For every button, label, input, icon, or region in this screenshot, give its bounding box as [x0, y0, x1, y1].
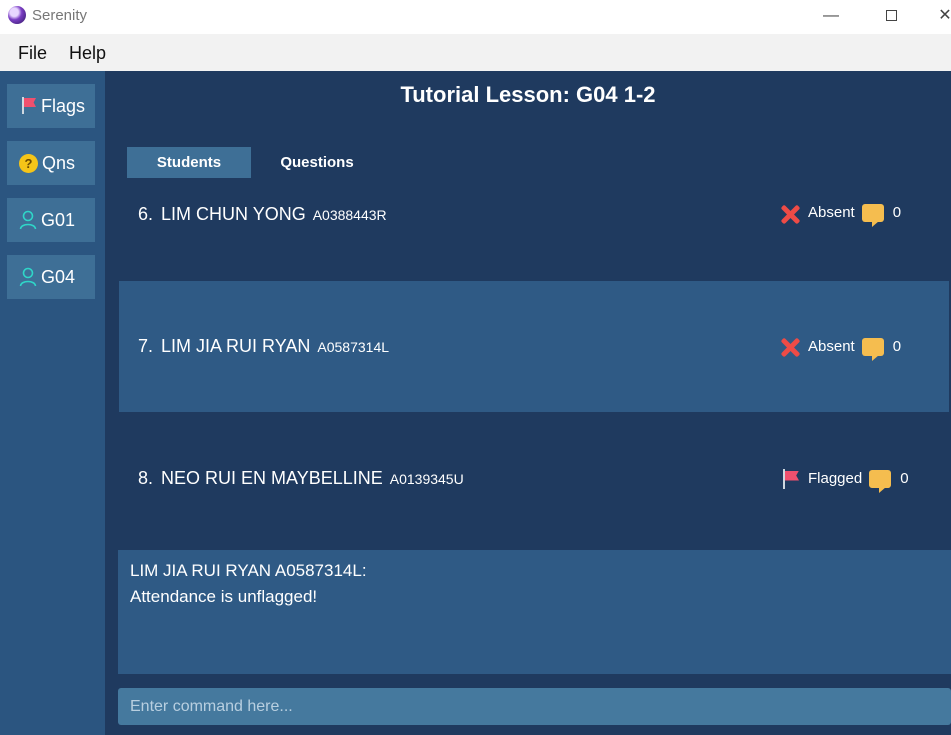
sidebar-item-qns[interactable]: ? Qns	[7, 141, 95, 185]
student-name: NEO RUI EN MAYBELLINE	[161, 468, 383, 488]
page-title: Tutorial Lesson: G04 1-2	[400, 82, 656, 107]
status-label: Absent	[808, 338, 855, 355]
student-matric: A0139345U	[389, 470, 464, 487]
student-row[interactable]: 8. NEO RUI EN MAYBELLINE A0139345U Flagg…	[119, 413, 949, 544]
maximize-button[interactable]	[876, 3, 906, 29]
student-index: 6.	[138, 204, 154, 224]
comment-count: 0	[892, 338, 902, 355]
sidebar-item-g04[interactable]: G04	[7, 255, 95, 299]
sidebar-item-label: G04	[41, 267, 76, 287]
comment-icon	[861, 204, 884, 227]
title-bar: Serenity — ✕	[0, 0, 951, 34]
student-name: LIM CHUN YONG	[161, 204, 306, 224]
comment-icon	[861, 337, 884, 361]
menu-help[interactable]: Help	[69, 43, 106, 64]
sidebar-item-flags[interactable]: Flags	[7, 84, 95, 128]
flag-icon	[780, 468, 800, 489]
menu-bar: File Help	[0, 34, 951, 71]
command-input[interactable]	[118, 688, 951, 725]
comment-count: 0	[900, 470, 909, 487]
result-line: Attendance is unflagged!	[130, 587, 318, 606]
student-name: LIM JIA RUI RYAN	[161, 336, 311, 356]
maximize-icon	[885, 10, 897, 22]
sidebar-item-g01[interactable]: G01	[7, 198, 95, 242]
student-matric: A0388443R	[312, 207, 387, 223]
student-status: Absent 0	[780, 281, 901, 412]
student-index: 8.	[138, 468, 154, 488]
sidebar-item-label: G01	[41, 210, 76, 230]
status-label: Absent	[808, 204, 855, 221]
status-label: Flagged	[808, 470, 863, 487]
student-name-cell: 8. NEO RUI EN MAYBELLINE A0139345U	[138, 413, 464, 544]
result-line: LIM JIA RUI RYAN A0587314L:	[130, 561, 367, 580]
result-display: LIM JIA RUI RYAN A0587314L: Attendance i…	[118, 550, 951, 674]
cross-icon	[780, 337, 800, 357]
cross-icon	[780, 204, 800, 224]
user-icon	[19, 210, 37, 230]
student-name-cell: 6. LIM CHUN YONG A0388443R	[138, 150, 387, 281]
menu-file[interactable]: File	[18, 43, 47, 64]
window-title: Serenity	[32, 7, 88, 24]
student-matric: A0587314L	[317, 338, 390, 355]
close-button[interactable]: ✕	[930, 3, 951, 29]
student-index: 7.	[138, 336, 154, 356]
student-row[interactable]: 6. LIM CHUN YONG A0388443R Absent 0	[119, 150, 949, 281]
student-status: Flagged 0	[780, 413, 909, 544]
minimize-button[interactable]: —	[816, 3, 846, 29]
sidebar-item-label: Flags	[41, 96, 86, 116]
comment-icon	[869, 469, 892, 493]
student-name-cell: 7. LIM JIA RUI RYAN A0587314L	[138, 281, 389, 412]
question-icon: ?	[19, 153, 38, 173]
sidebar: Flags ? Qns G01 G04	[0, 71, 105, 735]
student-row[interactable]: 7. LIM JIA RUI RYAN A0587314L Absent 0	[119, 281, 949, 412]
flag-icon	[19, 96, 37, 116]
app-logo-icon	[8, 6, 26, 24]
sidebar-item-label: Qns	[42, 153, 76, 173]
student-status: Absent 0	[780, 150, 901, 281]
user-icon	[19, 267, 37, 287]
comment-count: 0	[892, 204, 902, 221]
